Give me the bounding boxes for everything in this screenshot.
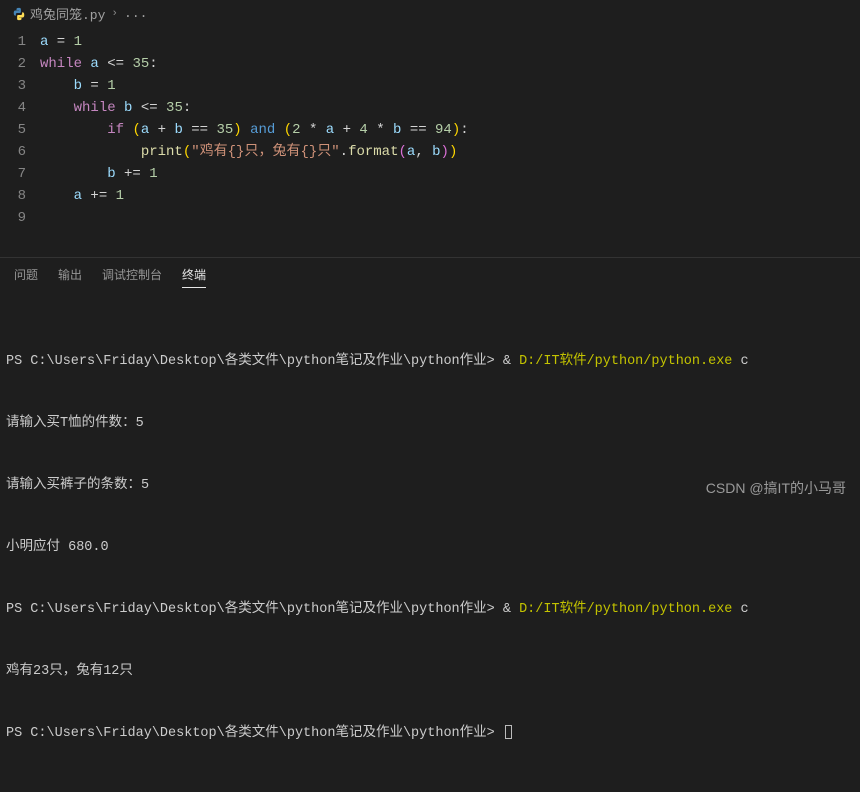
line-number: 3 [0, 75, 26, 97]
line-number: 1 [0, 31, 26, 53]
code-line[interactable]: a = 1 [40, 31, 860, 53]
code-line[interactable] [40, 207, 860, 229]
line-number: 6 [0, 141, 26, 163]
breadcrumb-filename: 鸡兔同笼.py [30, 4, 105, 23]
line-number: 8 [0, 185, 26, 207]
tab-problems[interactable]: 问题 [14, 266, 38, 288]
code-content[interactable]: a = 1while a <= 35: b = 1 while b <= 35:… [40, 31, 860, 229]
tab-debug-console[interactable]: 调试控制台 [102, 266, 162, 288]
code-line[interactable]: print("鸡有{}只，兔有{}只".format(a, b)) [40, 141, 860, 163]
line-number: 9 [0, 207, 26, 229]
terminal-output[interactable]: PS C:\Users\Friday\Desktop\各类文件\python笔记… [0, 294, 860, 792]
python-file-icon [12, 7, 26, 21]
line-number-gutter: 123456789 [0, 31, 40, 229]
terminal-line: 请输入买T恤的件数：5 [6, 414, 854, 436]
line-number: 2 [0, 53, 26, 75]
line-number: 5 [0, 119, 26, 141]
code-line[interactable]: b += 1 [40, 163, 860, 185]
terminal-cursor [505, 725, 512, 739]
tab-terminal[interactable]: 终端 [182, 266, 206, 288]
code-line[interactable]: b = 1 [40, 75, 860, 97]
terminal-line: PS C:\Users\Friday\Desktop\各类文件\python笔记… [6, 724, 854, 746]
code-line[interactable]: while a <= 35: [40, 53, 860, 75]
breadcrumb-rest: ... [124, 6, 147, 21]
code-editor[interactable]: 123456789 a = 1while a <= 35: b = 1 whil… [0, 27, 860, 229]
watermark: CSDN @搞IT的小马哥 [706, 478, 846, 498]
code-line[interactable]: if (a + b == 35) and (2 * a + 4 * b == 9… [40, 119, 860, 141]
terminal-line: 小明应付 680.0 [6, 538, 854, 560]
panel-tabs: 问题 输出 调试控制台 终端 [0, 258, 860, 294]
line-number: 7 [0, 163, 26, 185]
bottom-panel: 问题 输出 调试控制台 终端 PS C:\Users\Friday\Deskto… [0, 257, 860, 792]
chevron-right-icon: › [111, 8, 118, 20]
terminal-line: PS C:\Users\Friday\Desktop\各类文件\python笔记… [6, 600, 854, 622]
code-line[interactable]: while b <= 35: [40, 97, 860, 119]
line-number: 4 [0, 97, 26, 119]
terminal-line: PS C:\Users\Friday\Desktop\各类文件\python笔记… [6, 352, 854, 374]
breadcrumb[interactable]: 鸡兔同笼.py › ... [0, 0, 860, 27]
code-line[interactable]: a += 1 [40, 185, 860, 207]
tab-output[interactable]: 输出 [58, 266, 82, 288]
terminal-line: 鸡有23只，兔有12只 [6, 662, 854, 684]
